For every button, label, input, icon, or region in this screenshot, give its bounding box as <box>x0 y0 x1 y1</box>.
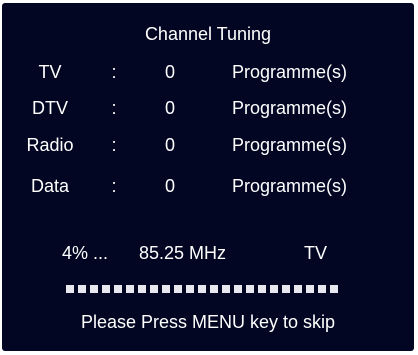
row-dtv: DTV : 0 Programme(s) <box>2 97 414 119</box>
progress-segment <box>318 285 326 293</box>
progress-segment <box>186 285 194 293</box>
row-radio: Radio : 0 Programme(s) <box>2 134 414 156</box>
row-unit: Programme(s) <box>232 176 348 196</box>
row-label: DTV <box>32 98 68 118</box>
progress-segment <box>126 285 134 293</box>
row-count: 0 <box>164 62 175 82</box>
row-colon: : <box>111 62 117 82</box>
tuning-mode: TV <box>304 243 328 263</box>
screen-title: Channel Tuning <box>144 24 272 44</box>
progress-segment <box>114 285 122 293</box>
progress-segment <box>102 285 110 293</box>
progress-segment <box>198 285 206 293</box>
progress-segment <box>246 285 254 293</box>
progress-segment <box>258 285 266 293</box>
progress-segment <box>330 285 338 293</box>
row-colon: : <box>111 98 117 118</box>
progress-segment <box>306 285 314 293</box>
row-label: TV <box>38 62 62 82</box>
row-count: 0 <box>164 176 175 196</box>
row-unit: Programme(s) <box>232 62 348 82</box>
progress-segment <box>282 285 290 293</box>
tuning-frequency: 85.25 MHz <box>139 243 227 263</box>
row-count: 0 <box>164 135 175 155</box>
row-count: 0 <box>164 98 175 118</box>
row-colon: : <box>111 135 117 155</box>
row-data: Data : 0 Programme(s) <box>2 175 414 197</box>
progress-segment <box>270 285 278 293</box>
tuning-progress-bar <box>66 285 356 293</box>
progress-segment <box>210 285 218 293</box>
progress-segment <box>78 285 86 293</box>
row-label: Data <box>30 176 70 196</box>
channel-tuning-screen: Channel Tuning TV : 0 Programme(s) DTV :… <box>2 3 414 351</box>
tuning-percent: 4% ... <box>62 243 109 263</box>
row-colon: : <box>111 176 117 196</box>
progress-segment <box>138 285 146 293</box>
skip-hint: Please Press MENU key to skip <box>80 312 336 332</box>
tuning-status: 4% ... 85.25 MHz TV <box>2 242 414 264</box>
progress-segment <box>66 285 74 293</box>
progress-segment <box>222 285 230 293</box>
row-tv: TV : 0 Programme(s) <box>2 61 414 83</box>
progress-segment <box>174 285 182 293</box>
progress-segment <box>294 285 302 293</box>
progress-segment <box>90 285 98 293</box>
row-unit: Programme(s) <box>232 135 348 155</box>
progress-segment <box>234 285 242 293</box>
progress-segment <box>150 285 158 293</box>
row-unit: Programme(s) <box>232 98 348 118</box>
row-label: Radio <box>26 135 74 155</box>
progress-segment <box>162 285 170 293</box>
